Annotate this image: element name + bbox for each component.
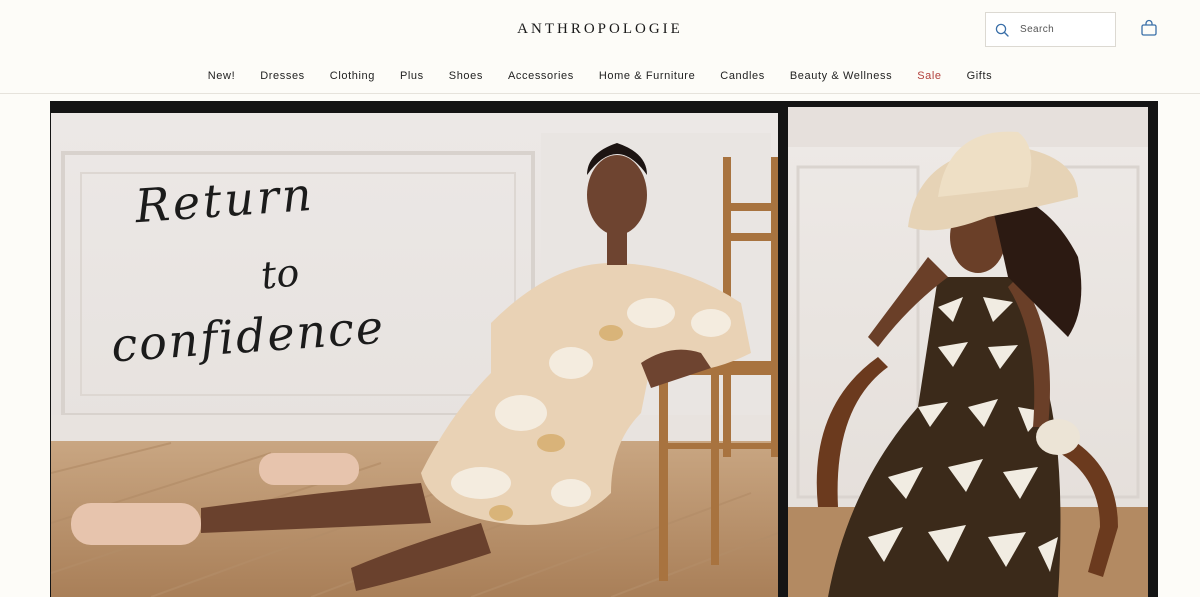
- hero-image-right[interactable]: [788, 107, 1148, 597]
- search-input[interactable]: [1020, 24, 1110, 35]
- hero-image-left[interactable]: Return to confidence: [51, 113, 778, 597]
- brand-logo-text[interactable]: ANTHROPOLOGIE: [513, 19, 687, 40]
- nav-item-sale[interactable]: Sale: [917, 70, 941, 82]
- hero-divider: [778, 101, 788, 597]
- nav-item-shoes[interactable]: Shoes: [449, 70, 483, 82]
- site-header: ANTHROPOLOGIE New! Dresses Clothing Plus…: [0, 0, 1200, 94]
- search-bar[interactable]: [985, 12, 1116, 47]
- shopping-bag-icon[interactable]: [1139, 18, 1159, 38]
- nav-item-new[interactable]: New!: [208, 70, 235, 82]
- nav-item-clothing[interactable]: Clothing: [330, 70, 375, 82]
- nav-item-gifts[interactable]: Gifts: [967, 70, 993, 82]
- hero-headline-line2: to: [258, 250, 302, 298]
- nav-item-home-furniture[interactable]: Home & Furniture: [599, 70, 695, 82]
- hero-headline-line1: Return: [133, 166, 317, 234]
- nav-item-accessories[interactable]: Accessories: [508, 70, 574, 82]
- nav-item-candles[interactable]: Candles: [720, 70, 765, 82]
- main-nav: New! Dresses Clothing Plus Shoes Accesso…: [0, 66, 1200, 86]
- nav-item-beauty-wellness[interactable]: Beauty & Wellness: [790, 70, 892, 82]
- nav-item-plus[interactable]: Plus: [400, 70, 424, 82]
- search-icon[interactable]: [994, 22, 1010, 38]
- hero-banner[interactable]: Return to confidence: [50, 101, 1158, 597]
- nav-item-dresses[interactable]: Dresses: [260, 70, 305, 82]
